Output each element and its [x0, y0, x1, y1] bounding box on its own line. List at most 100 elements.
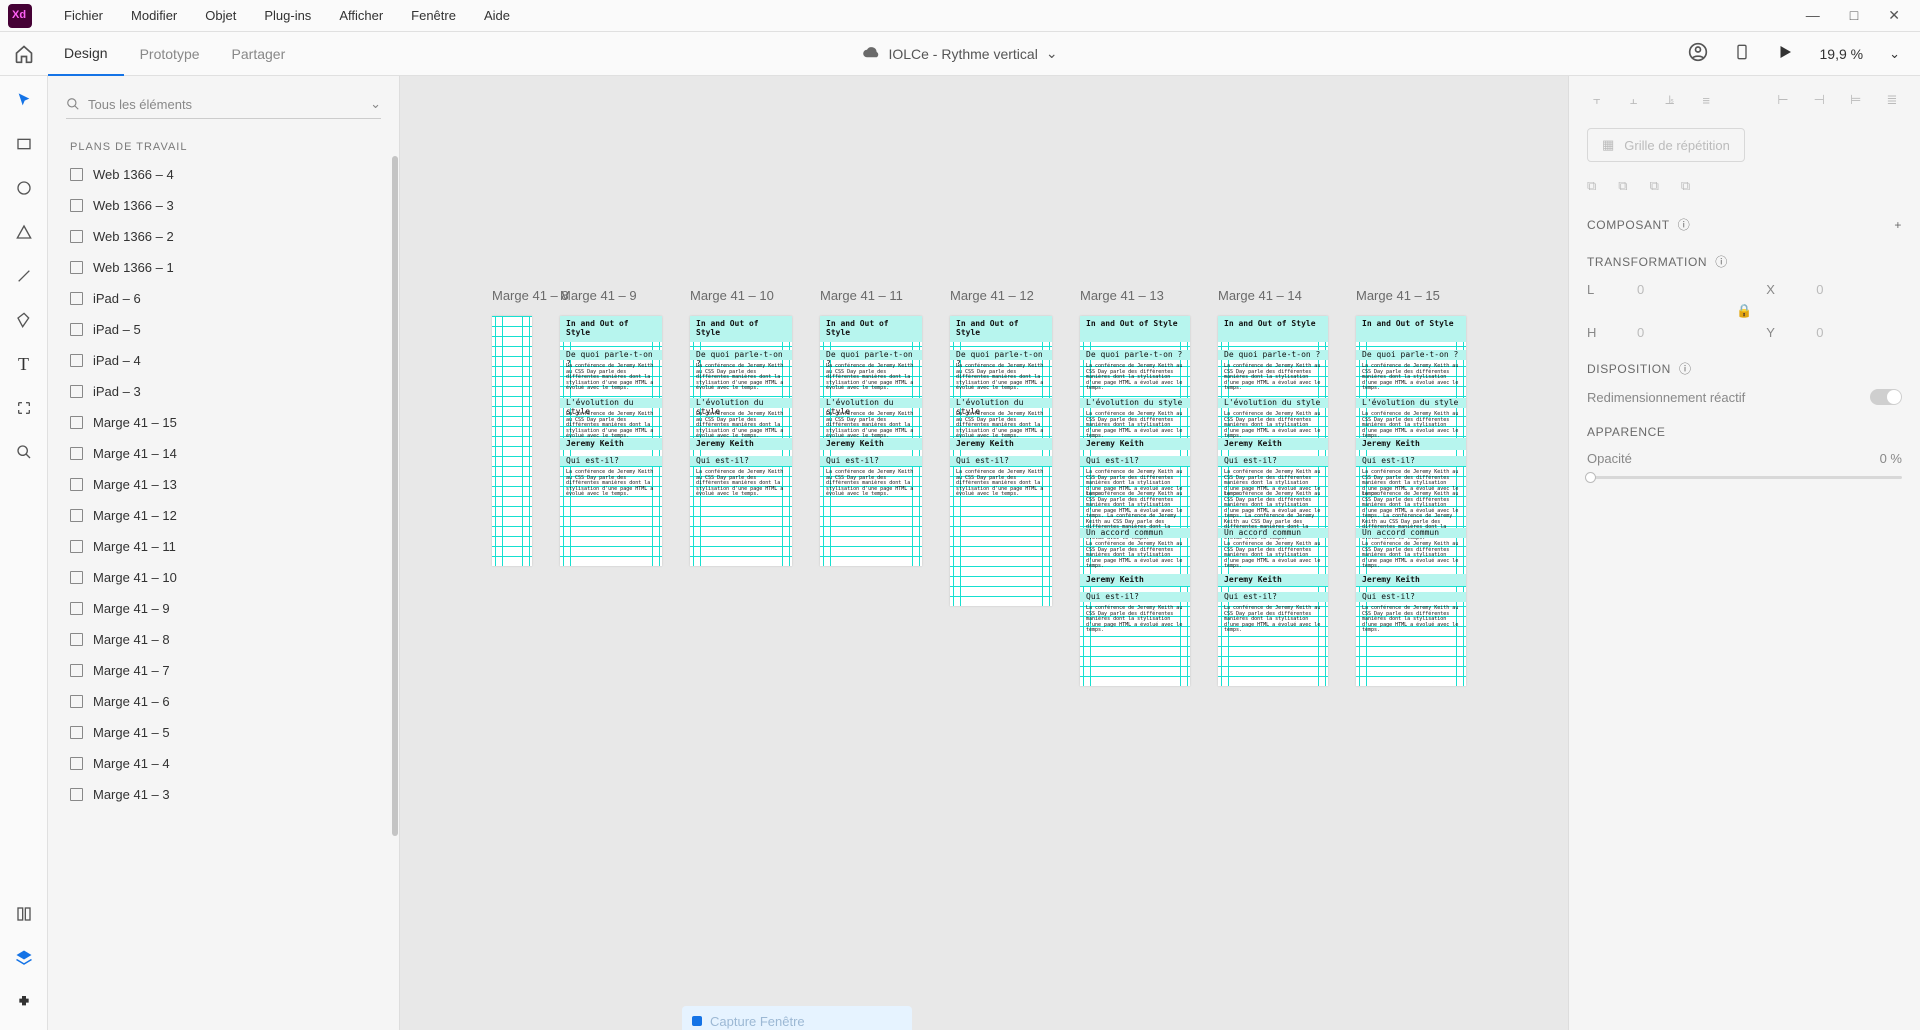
align-vcenter-icon[interactable]: ⫠: [1623, 90, 1643, 110]
line-tool-icon[interactable]: [14, 266, 34, 286]
layer-item[interactable]: Marge 41 – 5: [48, 717, 399, 748]
artboard-label[interactable]: Marge 41 – 12: [950, 288, 1034, 303]
artboard[interactable]: Marge 41 – 9In and Out of StyleDe quoi p…: [560, 316, 662, 566]
height-value[interactable]: 0: [1637, 325, 1644, 340]
layer-item[interactable]: Marge 41 – 7: [48, 655, 399, 686]
artboard[interactable]: Marge 41 – 11In and Out of StyleDe quoi …: [820, 316, 922, 566]
intersect-shape-icon[interactable]: ⧉: [1650, 178, 1659, 194]
artboard[interactable]: Marge 41 – 13In and Out of StyleDe quoi …: [1080, 316, 1190, 686]
menu-fenetre[interactable]: Fenêtre: [397, 8, 470, 23]
opacity-value[interactable]: 0 %: [1880, 451, 1902, 466]
tab-share[interactable]: Partager: [216, 32, 302, 76]
chevron-down-icon[interactable]: ⌄: [370, 96, 381, 112]
width-value[interactable]: 0: [1637, 282, 1644, 297]
layer-item[interactable]: Marge 41 – 3: [48, 779, 399, 810]
menu-plugins[interactable]: Plug-ins: [250, 8, 325, 23]
align-bottom-icon[interactable]: ⫡: [1660, 90, 1680, 110]
y-value[interactable]: 0: [1816, 325, 1823, 340]
layer-item[interactable]: Web 1366 – 2: [48, 221, 399, 252]
lock-icon[interactable]: 🔒: [1587, 303, 1902, 319]
maximize-icon[interactable]: □: [1850, 7, 1858, 24]
mobile-preview-icon[interactable]: [1734, 42, 1750, 65]
close-icon[interactable]: ✕: [1888, 7, 1900, 24]
tab-design[interactable]: Design: [48, 32, 124, 76]
minimize-icon[interactable]: —: [1806, 7, 1820, 24]
artboard[interactable]: Marge 41 – 10In and Out of StyleDe quoi …: [690, 316, 792, 566]
menu-afficher[interactable]: Afficher: [325, 8, 397, 23]
document-title[interactable]: IOLCe - Rythme vertical ⌄: [862, 43, 1057, 64]
layer-item[interactable]: iPad – 5: [48, 314, 399, 345]
zoom-chevron-icon[interactable]: ⌄: [1889, 46, 1900, 62]
pen-tool-icon[interactable]: [14, 310, 34, 330]
user-avatar-icon[interactable]: [1688, 42, 1708, 65]
layers-icon[interactable]: [14, 948, 34, 968]
play-icon[interactable]: [1776, 43, 1794, 64]
menu-modifier[interactable]: Modifier: [117, 8, 191, 23]
artboard-label[interactable]: Marge 41 – 15: [1356, 288, 1440, 303]
scrollbar[interactable]: [392, 156, 398, 836]
info-icon[interactable]: ⓘ: [1715, 253, 1728, 270]
layer-item[interactable]: Marge 41 – 8: [48, 624, 399, 655]
info-icon[interactable]: ⓘ: [1678, 216, 1691, 233]
artboard-tool-icon[interactable]: [14, 398, 34, 418]
layer-item[interactable]: Marge 41 – 14: [48, 438, 399, 469]
align-left-icon[interactable]: ⊢: [1773, 90, 1793, 110]
zoom-value[interactable]: 19,9 %: [1820, 46, 1864, 62]
artboard-label[interactable]: Marge 41 – 13: [1080, 288, 1164, 303]
artboard-label[interactable]: Marge 41 – 11: [820, 288, 903, 303]
plugins-icon[interactable]: [14, 992, 34, 1012]
zoom-tool-icon[interactable]: [14, 442, 34, 462]
artboard[interactable]: Marge 41 – 12In and Out of StyleDe quoi …: [950, 316, 1052, 606]
layer-item[interactable]: Web 1366 – 4: [48, 159, 399, 190]
layer-item[interactable]: Marge 41 – 6: [48, 686, 399, 717]
artboard-label[interactable]: Marge 41 – 9: [560, 288, 637, 303]
artboard-label[interactable]: Marge 41 – 14: [1218, 288, 1302, 303]
exclude-shape-icon[interactable]: ⧉: [1681, 178, 1690, 194]
align-hcenter-icon[interactable]: ⊣: [1809, 90, 1829, 110]
layer-item[interactable]: Marge 41 – 12: [48, 500, 399, 531]
menu-fichier[interactable]: Fichier: [50, 8, 117, 23]
distribute-v-icon[interactable]: ≡: [1696, 90, 1716, 110]
layer-item[interactable]: Marge 41 – 10: [48, 562, 399, 593]
x-value[interactable]: 0: [1816, 282, 1823, 297]
chevron-down-icon[interactable]: ⌄: [1046, 45, 1058, 62]
layer-item[interactable]: iPad – 3: [48, 376, 399, 407]
layer-item[interactable]: Marge 41 – 4: [48, 748, 399, 779]
rectangle-tool-icon[interactable]: [14, 134, 34, 154]
ellipse-tool-icon[interactable]: [14, 178, 34, 198]
add-shape-icon[interactable]: ⧉: [1587, 178, 1596, 194]
layer-item[interactable]: Marge 41 – 13: [48, 469, 399, 500]
libraries-icon[interactable]: [14, 904, 34, 924]
subtract-shape-icon[interactable]: ⧉: [1618, 178, 1627, 194]
menu-objet[interactable]: Objet: [191, 8, 250, 23]
home-button[interactable]: [0, 44, 48, 64]
artboard[interactable]: Marge 41 – 8: [492, 316, 532, 566]
layers-search[interactable]: Tous les éléments ⌄: [66, 90, 381, 119]
layer-item[interactable]: Web 1366 – 1: [48, 252, 399, 283]
artboard-label[interactable]: Marge 41 – 10: [690, 288, 774, 303]
layer-item[interactable]: Marge 41 – 11: [48, 531, 399, 562]
canvas[interactable]: Marge 41 – 8 Marge 41 – 9In and Out of St…: [400, 76, 1568, 1030]
opacity-slider[interactable]: [1587, 476, 1902, 479]
align-top-icon[interactable]: ⫟: [1587, 90, 1607, 110]
responsive-toggle[interactable]: [1870, 389, 1902, 405]
tab-prototype[interactable]: Prototype: [124, 32, 216, 76]
artboard-label[interactable]: Marge 41 – 8: [492, 288, 569, 303]
polygon-tool-icon[interactable]: [14, 222, 34, 242]
info-icon[interactable]: ⓘ: [1679, 360, 1692, 377]
add-component-icon[interactable]: +: [1894, 218, 1902, 232]
repeat-grid-button[interactable]: ▦ Grille de répétition: [1587, 128, 1745, 162]
layer-item[interactable]: iPad – 6: [48, 283, 399, 314]
artboard[interactable]: Marge 41 – 14In and Out of StyleDe quoi …: [1218, 316, 1328, 686]
text-tool-icon[interactable]: T: [14, 354, 34, 374]
distribute-h-icon[interactable]: ≣: [1882, 90, 1902, 110]
layer-item[interactable]: Marge 41 – 15: [48, 407, 399, 438]
layer-item[interactable]: Marge 41 – 9: [48, 593, 399, 624]
layer-item[interactable]: iPad – 4: [48, 345, 399, 376]
artboard[interactable]: Marge 41 – 15In and Out of StyleDe quoi …: [1356, 316, 1466, 686]
menu-aide[interactable]: Aide: [470, 8, 524, 23]
select-tool-icon[interactable]: [14, 90, 34, 110]
capture-popup[interactable]: Capture Fenêtre: [682, 1006, 912, 1030]
align-right-icon[interactable]: ⊨: [1846, 90, 1866, 110]
layer-item[interactable]: Web 1366 – 3: [48, 190, 399, 221]
